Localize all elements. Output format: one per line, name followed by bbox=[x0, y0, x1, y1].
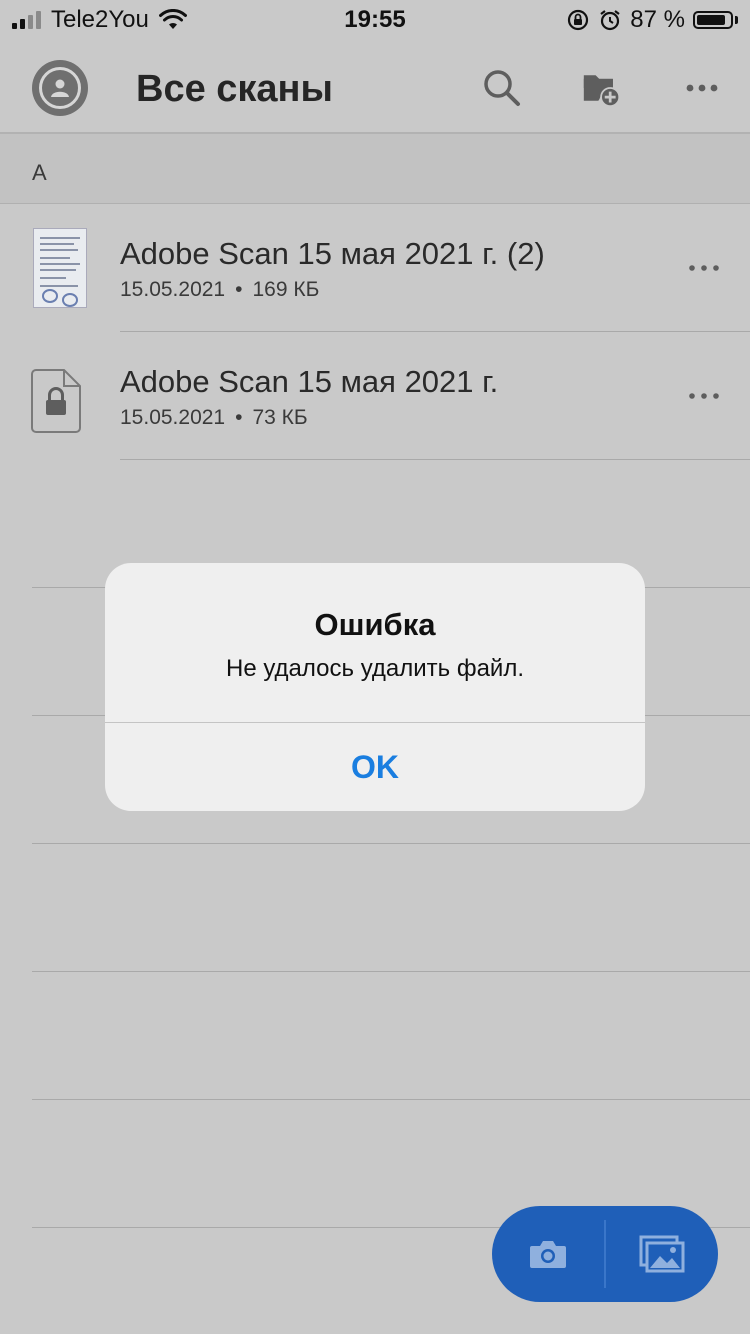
battery-icon bbox=[693, 11, 738, 29]
empty-row-divider bbox=[32, 971, 750, 972]
row-divider bbox=[120, 459, 750, 460]
row-more-icon[interactable] bbox=[688, 386, 724, 406]
status-bar: Tele2You 19:55 87 % bbox=[0, 0, 750, 40]
meta-separator: • bbox=[235, 278, 243, 301]
document-thumbnail bbox=[33, 228, 87, 308]
avatar-icon bbox=[39, 67, 81, 109]
row-more-icon[interactable] bbox=[688, 258, 724, 278]
file-date: 15.05.2021 bbox=[120, 406, 226, 429]
file-row[interactable]: Adobe Scan 15 мая 2021 г. (2) 15.05.2021… bbox=[0, 204, 750, 332]
new-folder-icon[interactable] bbox=[582, 68, 622, 108]
battery-percent: 87 % bbox=[630, 6, 685, 33]
file-meta: 15.05.2021 • 73 КБ bbox=[120, 406, 308, 430]
search-icon[interactable] bbox=[482, 68, 522, 108]
file-row[interactable]: Adobe Scan 15 мая 2021 г. 15.05.2021 • 73 … bbox=[0, 332, 750, 460]
locked-document-icon bbox=[31, 369, 81, 433]
capture-actions bbox=[492, 1206, 718, 1302]
section-header: A bbox=[0, 134, 750, 204]
rotation-lock-icon bbox=[568, 9, 589, 31]
meta-separator: • bbox=[235, 406, 243, 429]
section-letter: A bbox=[32, 160, 47, 185]
file-name: Adobe Scan 15 мая 2021 г. bbox=[120, 364, 499, 399]
app-bar: Все сканы bbox=[0, 40, 750, 134]
alert-message: Не удалось удалить файл. bbox=[226, 655, 524, 682]
camera-icon bbox=[530, 1241, 566, 1268]
file-name: Adobe Scan 15 мая 2021 г. (2) bbox=[120, 236, 545, 271]
gallery-button[interactable] bbox=[606, 1206, 718, 1302]
page-title: Все сканы bbox=[136, 68, 333, 110]
file-size: 169 КБ bbox=[252, 278, 320, 301]
status-right: 87 % bbox=[566, 6, 738, 34]
file-date: 15.05.2021 bbox=[120, 278, 226, 301]
more-icon[interactable] bbox=[684, 68, 724, 108]
error-alert: Ошибка Не удалось удалить файл. OK bbox=[105, 563, 645, 811]
alarm-icon bbox=[600, 10, 620, 31]
camera-button[interactable] bbox=[492, 1206, 604, 1302]
file-size: 73 КБ bbox=[252, 406, 308, 429]
empty-row-divider bbox=[32, 1099, 750, 1100]
alert-title: Ошибка bbox=[314, 607, 436, 642]
avatar[interactable] bbox=[32, 60, 88, 116]
empty-row-divider bbox=[32, 843, 750, 844]
screen: Tele2You 19:55 87 % Все сканы A Adobe Sc… bbox=[0, 0, 750, 1334]
file-meta: 15.05.2021 • 169 КБ bbox=[120, 278, 319, 302]
gallery-icon bbox=[639, 1235, 685, 1273]
ok-button[interactable]: OK bbox=[105, 723, 645, 811]
